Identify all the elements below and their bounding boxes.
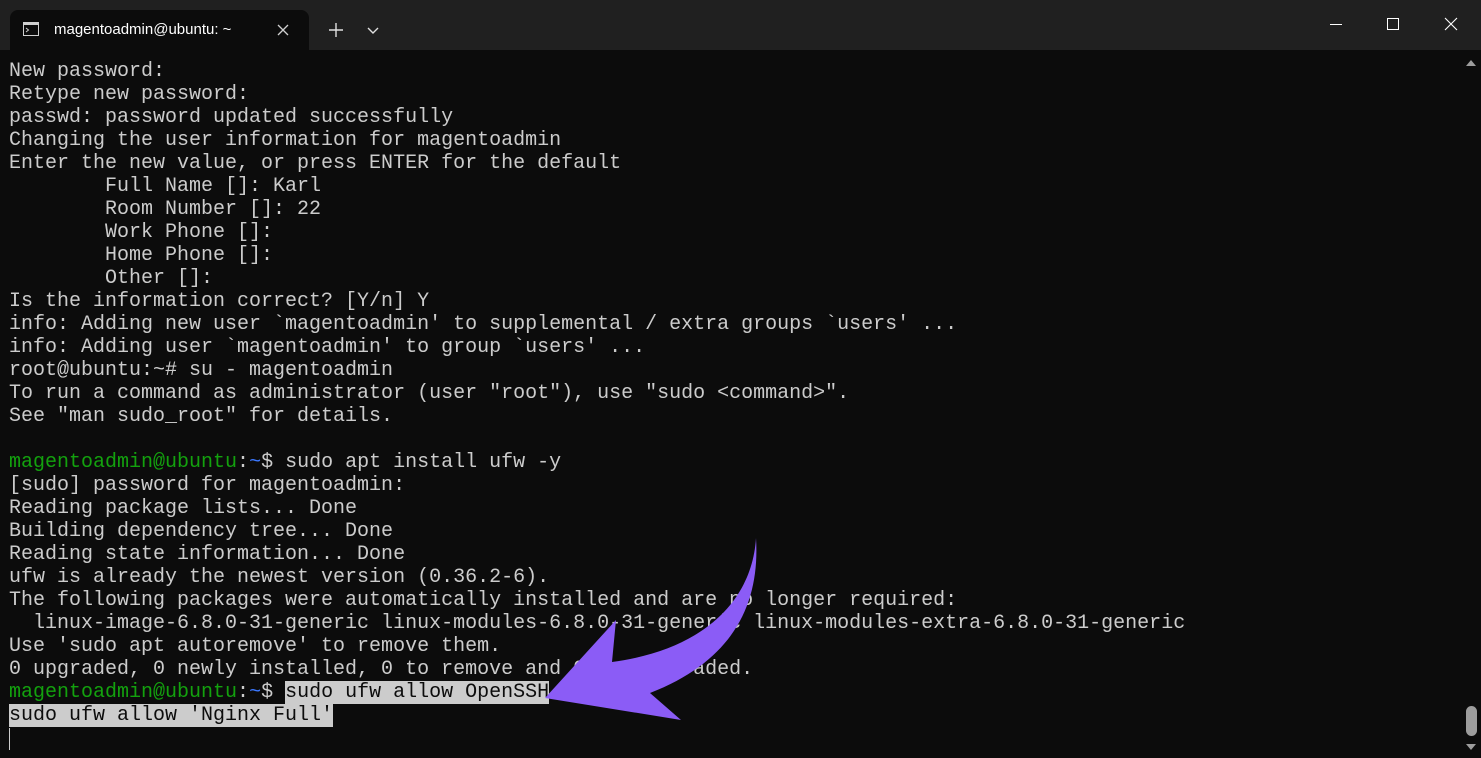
terminal-line: linux-image-6.8.0-31-generic linux-modul… (9, 612, 1186, 635)
terminal-line: Work Phone []: (9, 221, 274, 244)
close-icon (1444, 17, 1458, 31)
terminal-line: ufw is already the newest version (0.36.… (9, 566, 550, 589)
prompt-user: magentoadmin@ubuntu (9, 681, 238, 704)
close-icon[interactable] (275, 22, 291, 38)
prompt-symbol: $ (261, 681, 286, 704)
terminal-line: 0 upgraded, 0 newly installed, 0 to remo… (9, 658, 754, 681)
tab-terminal[interactable]: magentoadmin@ubuntu: ~ (10, 10, 309, 50)
terminal-line: info: Adding new user `magentoadmin' to … (9, 313, 958, 336)
terminal-line: Home Phone []: (9, 244, 274, 267)
minimize-button[interactable] (1307, 0, 1365, 48)
close-window-button[interactable] (1422, 0, 1480, 48)
scroll-thumb[interactable] (1466, 706, 1477, 736)
terminal-window: magentoadmin@ubuntu: ~ New password: Ret… (0, 0, 1481, 758)
terminal-line: Is the information correct? [Y/n] Y (9, 290, 430, 313)
prompt-line: magentoadmin@ubuntu:~$ sudo ufw allow Op… (9, 681, 1185, 704)
prompt-line: magentoadmin@ubuntu:~$ sudo apt install … (9, 451, 1185, 474)
terminal-line: To run a command as administrator (user … (9, 382, 850, 405)
terminal-line: Building dependency tree... Done (9, 520, 394, 543)
terminal-line: See "man sudo_root" for details. (9, 405, 394, 428)
chevron-down-icon[interactable] (364, 22, 382, 38)
prompt-command: sudo apt install ufw -y (285, 451, 562, 474)
terminal-line: Retype new password: (9, 83, 250, 106)
scroll-down-icon[interactable] (1465, 742, 1477, 752)
terminal-icon (23, 22, 39, 36)
text-cursor (9, 728, 10, 750)
scroll-up-icon[interactable] (1465, 58, 1477, 68)
terminal-line: Enter the new value, or press ENTER for … (9, 152, 622, 175)
prompt-colon: : (237, 451, 250, 474)
tab-title: magentoadmin@ubuntu: ~ (54, 21, 232, 38)
title-bar[interactable]: magentoadmin@ubuntu: ~ (0, 0, 1481, 50)
terminal-line: info: Adding user `magentoadmin' to grou… (9, 336, 646, 359)
maximize-icon (1387, 18, 1399, 30)
selected-line: sudo ufw allow 'Nginx Full' (9, 704, 1185, 727)
prompt-colon: : (237, 681, 250, 704)
scrollbar[interactable] (1461, 50, 1481, 758)
maximize-button[interactable] (1364, 0, 1422, 48)
terminal-line: New password: (9, 60, 166, 83)
terminal-line: [sudo] password for magentoadmin: (9, 474, 406, 497)
terminal-line: Reading state information... Done (9, 543, 406, 566)
terminal-line: Other []: (9, 267, 214, 290)
terminal-line: root@ubuntu:~# su - magentoadmin (9, 359, 394, 382)
terminal-output[interactable]: New password: Retype new password: passw… (0, 50, 1461, 758)
terminal-line: The following packages were automaticall… (9, 589, 958, 612)
prompt-user: magentoadmin@ubuntu (9, 451, 238, 474)
minimize-icon (1330, 24, 1342, 25)
terminal-line: passwd: password updated successfully (9, 106, 454, 129)
terminal-line: Room Number []: 22 (9, 198, 322, 221)
selected-command[interactable]: sudo ufw allow OpenSSH (285, 681, 550, 704)
terminal-line: Reading package lists... Done (9, 497, 358, 520)
terminal-lines: New password: Retype new password: passw… (9, 60, 1185, 727)
selected-command[interactable]: sudo ufw allow 'Nginx Full' (9, 704, 334, 727)
prompt-symbol: $ (261, 451, 286, 474)
terminal-line: Changing the user information for magent… (9, 129, 562, 152)
terminal-line: Full Name []: Karl (9, 175, 322, 198)
terminal-line: Use 'sudo apt autoremove' to remove them… (9, 635, 502, 658)
prompt-path: ~ (249, 681, 262, 704)
prompt-path: ~ (249, 451, 262, 474)
plus-icon[interactable] (326, 20, 346, 40)
